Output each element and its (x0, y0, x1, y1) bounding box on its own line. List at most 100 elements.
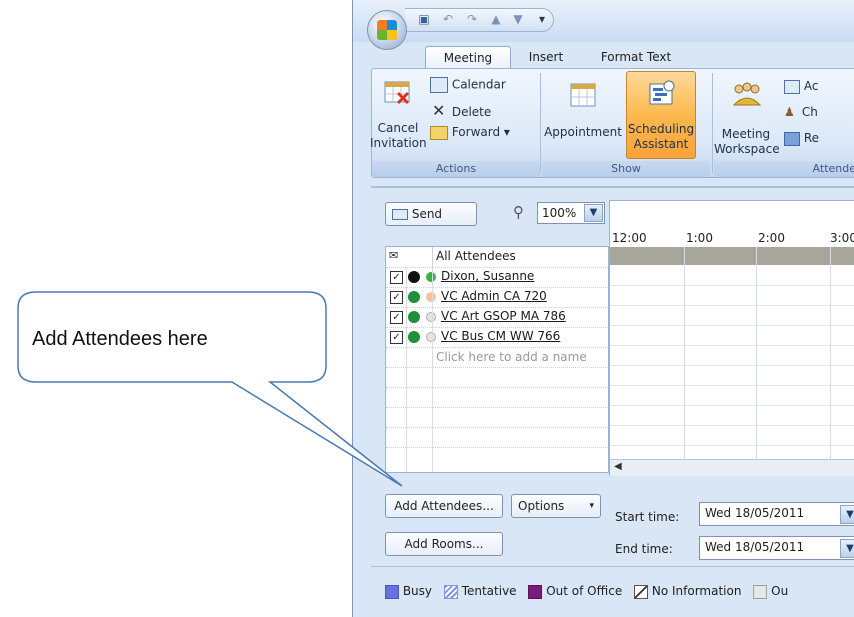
meeting-workspace-icon (732, 81, 762, 107)
callout-text: Add Attendees here (32, 328, 208, 350)
grid-line (610, 365, 854, 366)
organizer-icon (408, 271, 420, 283)
meeting-workspace-button[interactable]: Meeting Workspace (714, 73, 780, 159)
add-rooms-button[interactable]: Add Rooms... (385, 532, 503, 556)
out-of-office-legend: Out of Office (546, 584, 623, 598)
scheduling-assistant: Send ⚲ 100% ▼ ✉ All Attendees ✓ Dixon, S… (371, 186, 854, 617)
cancel-invitation-button[interactable]: Cancel Invitation (370, 121, 427, 151)
scheduling-assistant-button[interactable]: Scheduling Assistant (626, 71, 696, 159)
grid-line (684, 247, 685, 459)
workspace-label-line1: Meeting (721, 127, 771, 141)
forward-dropdown-icon[interactable]: ▾ (504, 125, 510, 139)
redo-icon[interactable]: ↷ (465, 12, 479, 26)
grid-line (610, 405, 854, 406)
send-label: Send (411, 207, 443, 221)
workspace-label-line2: Workspace (714, 142, 780, 156)
all-attendees-label: All Attendees (436, 249, 516, 263)
chevron-down-icon: ▾ (589, 501, 594, 511)
free-busy-grid[interactable]: 12:00 1:00 2:00 3:00 ◀ (609, 200, 854, 476)
address-book-button[interactable]: Ac (784, 79, 818, 94)
up-arrow-icon[interactable]: ▲ (489, 12, 503, 26)
required-attendee-icon[interactable] (408, 291, 420, 303)
attendee-checkbox[interactable]: ✓ (390, 331, 403, 344)
down-arrow-icon[interactable]: ▼ (511, 12, 525, 26)
attendees-group-label: Attende (714, 161, 854, 177)
group-divider (540, 73, 541, 173)
calendar-button[interactable]: Calendar (430, 77, 506, 95)
delete-button[interactable]: ✕ Delete (432, 101, 491, 120)
cancel-invitation-icon (384, 79, 410, 105)
chevron-down-icon[interactable]: ▼ (584, 204, 603, 222)
add-name-placeholder[interactable]: Click here to add a name (436, 350, 587, 364)
send-icon (392, 209, 408, 220)
options-label: Options (518, 499, 565, 513)
start-time-label: Start time: (615, 510, 680, 524)
undo-icon[interactable]: ↶ (441, 12, 455, 26)
divider (371, 566, 854, 567)
grid-line (610, 325, 854, 326)
quick-access-toolbar: ▣ ↶ ↷ ▲ ▼ ▾ (405, 8, 554, 32)
response-options-icon (784, 131, 800, 146)
column-divider (432, 267, 433, 472)
attendee-row[interactable]: ✓ VC Admin CA 720 (386, 287, 608, 308)
all-attendees-busy-bar (610, 247, 854, 265)
attendee-checkbox[interactable]: ✓ (390, 291, 403, 304)
horizontal-scrollbar[interactable]: ◀ (610, 459, 854, 476)
save-icon[interactable]: ▣ (417, 12, 431, 26)
cancel-label-line2: Invitation (370, 136, 427, 150)
tab-format-text[interactable]: Format Text (591, 46, 681, 68)
scheduling-label-line1: Scheduling (627, 122, 695, 136)
ribbon: Cancel Invitation Calendar ✕ Delete Forw… (370, 68, 854, 178)
scroll-left-icon[interactable]: ◀ (614, 461, 622, 472)
response-options-button[interactable]: Re (784, 131, 819, 146)
end-date-select[interactable]: Wed 18/05/2011 ▼ (699, 536, 854, 560)
customize-toolbar-icon[interactable]: ▾ (535, 12, 549, 26)
attendee-name[interactable]: Dixon, Susanne (441, 269, 534, 283)
status-dot (426, 312, 436, 322)
office-logo-icon (377, 20, 397, 40)
grid-line (610, 345, 854, 346)
add-name-row[interactable]: Click here to add a name (386, 347, 608, 368)
actions-group: Cancel Invitation Calendar ✕ Delete Forw… (370, 69, 540, 177)
required-attendee-icon[interactable] (408, 311, 420, 323)
office-button[interactable] (367, 10, 407, 50)
zoom-icon: ⚲ (513, 203, 524, 221)
address-book-icon (784, 79, 800, 94)
group-divider (712, 73, 713, 173)
forward-button[interactable]: Forward ▾ (430, 125, 510, 143)
empty-row (386, 387, 608, 408)
grid-line (756, 247, 757, 459)
outlook-meeting-window: ▣ ↶ ↷ ▲ ▼ ▾ Meeting Insert Format Text C… (352, 0, 854, 617)
zoom-select[interactable]: 100% ▼ (537, 202, 605, 224)
status-dot (426, 292, 436, 302)
attendee-row[interactable]: ✓ VC Art GSOP MA 786 (386, 307, 608, 328)
check-names-button[interactable]: ♟ Ch (784, 105, 818, 120)
calendar-icon (430, 77, 448, 93)
grid-line (610, 425, 854, 426)
attendee-name[interactable]: VC Art GSOP MA 786 (441, 309, 566, 323)
cancel-label-line1: Cancel (377, 121, 419, 135)
end-time-label: End time: (615, 542, 673, 556)
appointment-button[interactable]: Appointment (542, 73, 624, 159)
grid-line (610, 305, 854, 306)
attendee-checkbox[interactable]: ✓ (390, 311, 403, 324)
chevron-down-icon[interactable]: ▼ (840, 505, 854, 524)
attendee-row[interactable]: ✓ VC Bus CM WW 766 (386, 327, 608, 348)
no-information-swatch (634, 584, 649, 599)
column-divider (406, 267, 407, 472)
attendee-name[interactable]: VC Admin CA 720 (441, 289, 547, 303)
tab-insert[interactable]: Insert (523, 46, 569, 68)
attendee-row[interactable]: ✓ Dixon, Susanne (386, 267, 608, 288)
chevron-down-icon[interactable]: ▼ (840, 539, 854, 558)
legend: Busy Tentative Out of Office No Informat… (385, 584, 788, 599)
time-label: 2:00 (758, 231, 785, 245)
add-attendees-button[interactable]: Add Attendees... (385, 494, 503, 518)
attendee-checkbox[interactable]: ✓ (390, 271, 403, 284)
attendee-name[interactable]: VC Bus CM WW 766 (441, 329, 560, 343)
options-button[interactable]: Options ▾ (511, 494, 601, 518)
envelope-icon: ✉ (389, 249, 399, 262)
tab-meeting[interactable]: Meeting (425, 46, 511, 69)
required-attendee-icon[interactable] (408, 331, 420, 343)
send-button[interactable]: Send (385, 202, 477, 226)
start-date-select[interactable]: Wed 18/05/2011 ▼ (699, 502, 854, 526)
